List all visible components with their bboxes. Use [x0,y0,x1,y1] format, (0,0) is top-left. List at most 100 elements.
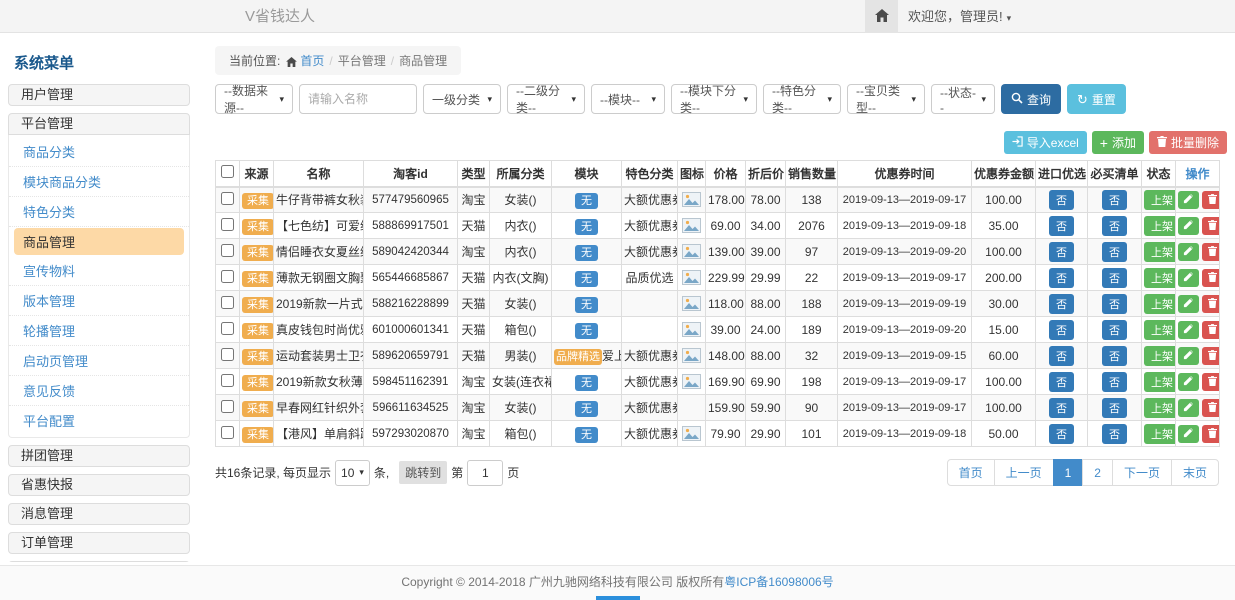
page-button[interactable]: 上一页 [994,459,1054,486]
import-select-toggle[interactable]: 否 [1049,216,1074,236]
edit-button[interactable] [1178,243,1199,261]
page-number-input[interactable] [467,460,503,486]
sidebar-item[interactable]: 轮播管理 [9,316,189,346]
page-button[interactable]: 1 [1053,459,1084,486]
status-toggle[interactable]: 上架 [1144,424,1176,444]
edit-button[interactable] [1178,373,1199,391]
page-button[interactable]: 2 [1082,459,1113,486]
delete-button[interactable] [1202,347,1220,365]
sidebar-group-header[interactable]: 消息管理 [8,503,190,525]
delete-button[interactable] [1202,191,1220,209]
must-buy-toggle[interactable]: 否 [1102,398,1127,418]
row-checkbox[interactable] [221,374,234,387]
add-button[interactable]: + 添加 [1092,131,1144,154]
sidebar-item[interactable]: 启动页管理 [9,346,189,376]
delete-button[interactable] [1202,243,1220,261]
import-select-toggle[interactable]: 否 [1049,372,1074,392]
must-buy-toggle[interactable]: 否 [1102,372,1127,392]
import-select-toggle[interactable]: 否 [1049,398,1074,418]
status-toggle[interactable]: 上架 [1144,216,1176,236]
icp-link[interactable]: 粤ICP备16098006号 [724,575,833,589]
filter-select[interactable]: --二级分类--▾ [507,84,585,114]
filter-select[interactable]: --特色分类--▾ [763,84,841,114]
jump-button[interactable]: 跳转到 [399,461,447,484]
status-toggle[interactable]: 上架 [1144,398,1176,418]
sidebar-group-header[interactable]: 订单管理 [8,532,190,554]
must-buy-toggle[interactable]: 否 [1102,242,1127,262]
delete-button[interactable] [1202,373,1220,391]
filter-select[interactable]: --宝贝类型--▾ [847,84,925,114]
import-excel-button[interactable]: 导入excel [1004,131,1087,154]
edit-button[interactable] [1178,191,1199,209]
must-buy-toggle[interactable]: 否 [1102,190,1127,210]
edit-button[interactable] [1178,399,1199,417]
import-select-toggle[interactable]: 否 [1049,320,1074,340]
sidebar-group-header[interactable]: 省惠快报 [8,474,190,496]
page-button[interactable]: 下一页 [1112,459,1172,486]
filter-select-data-source[interactable]: --数据来源--▾ [215,84,293,114]
must-buy-toggle[interactable]: 否 [1102,346,1127,366]
page-button[interactable]: 首页 [947,459,995,486]
sidebar-item[interactable]: 意见反馈 [9,376,189,406]
delete-button[interactable] [1202,321,1220,339]
must-buy-toggle[interactable]: 否 [1102,216,1127,236]
delete-button[interactable] [1202,295,1220,313]
status-toggle[interactable]: 上架 [1144,320,1176,340]
must-buy-toggle[interactable]: 否 [1102,424,1127,444]
sidebar-item[interactable]: 版本管理 [9,286,189,316]
filter-select[interactable]: --模块--▾ [591,84,665,114]
sidebar-group-header[interactable]: 拼团管理 [8,445,190,467]
edit-button[interactable] [1178,321,1199,339]
sidebar-item[interactable]: 商品分类 [9,137,189,167]
edit-button[interactable] [1178,347,1199,365]
delete-button[interactable] [1202,269,1220,287]
status-toggle[interactable]: 上架 [1144,242,1176,262]
import-select-toggle[interactable]: 否 [1049,242,1074,262]
row-checkbox[interactable] [221,296,234,309]
reset-button[interactable]: ↻ 重置 [1067,84,1126,114]
select-all-checkbox[interactable] [221,165,234,178]
import-select-toggle[interactable]: 否 [1049,268,1074,288]
sidebar-item[interactable]: 平台配置 [9,406,189,435]
row-checkbox[interactable] [221,218,234,231]
sidebar-item[interactable]: 模块商品分类 [9,167,189,197]
row-checkbox[interactable] [221,426,234,439]
delete-button[interactable] [1202,399,1220,417]
import-select-toggle[interactable]: 否 [1049,346,1074,366]
status-toggle[interactable]: 上架 [1144,294,1176,314]
status-toggle[interactable]: 上架 [1144,372,1176,392]
must-buy-toggle[interactable]: 否 [1102,294,1127,314]
status-toggle[interactable]: 上架 [1144,346,1176,366]
home-button[interactable] [865,0,898,33]
search-name-input[interactable] [299,84,417,114]
must-buy-toggle[interactable]: 否 [1102,268,1127,288]
import-select-toggle[interactable]: 否 [1049,294,1074,314]
sidebar-item[interactable]: 商品管理 [14,228,184,255]
row-checkbox[interactable] [221,192,234,205]
sidebar-item[interactable]: 特色分类 [9,197,189,227]
edit-button[interactable] [1178,295,1199,313]
edit-button[interactable] [1178,425,1199,443]
import-select-toggle[interactable]: 否 [1049,424,1074,444]
row-checkbox[interactable] [221,244,234,257]
delete-button[interactable] [1202,425,1220,443]
search-button[interactable]: 查询 [1001,84,1061,114]
edit-button[interactable] [1178,217,1199,235]
user-menu[interactable]: 欢迎您，管理员!▾ [908,0,1011,35]
row-checkbox[interactable] [221,348,234,361]
filter-select[interactable]: --模块下分类--▾ [671,84,757,114]
batch-delete-button[interactable]: 批量删除 [1149,131,1227,154]
sidebar-group-header[interactable]: 平台管理 [8,113,190,135]
filter-select[interactable]: 一级分类▾ [423,84,501,114]
page-button[interactable]: 末页 [1171,459,1219,486]
row-checkbox[interactable] [221,400,234,413]
row-checkbox[interactable] [221,322,234,335]
status-toggle[interactable]: 上架 [1144,268,1176,288]
import-select-toggle[interactable]: 否 [1049,190,1074,210]
delete-button[interactable] [1202,217,1220,235]
sidebar-item[interactable]: 宣传物料 [9,256,189,286]
sidebar-group-header[interactable]: 兑换管理 [8,561,190,562]
must-buy-toggle[interactable]: 否 [1102,320,1127,340]
sidebar-group-header[interactable]: 用户管理 [8,84,190,106]
status-toggle[interactable]: 上架 [1144,190,1176,210]
